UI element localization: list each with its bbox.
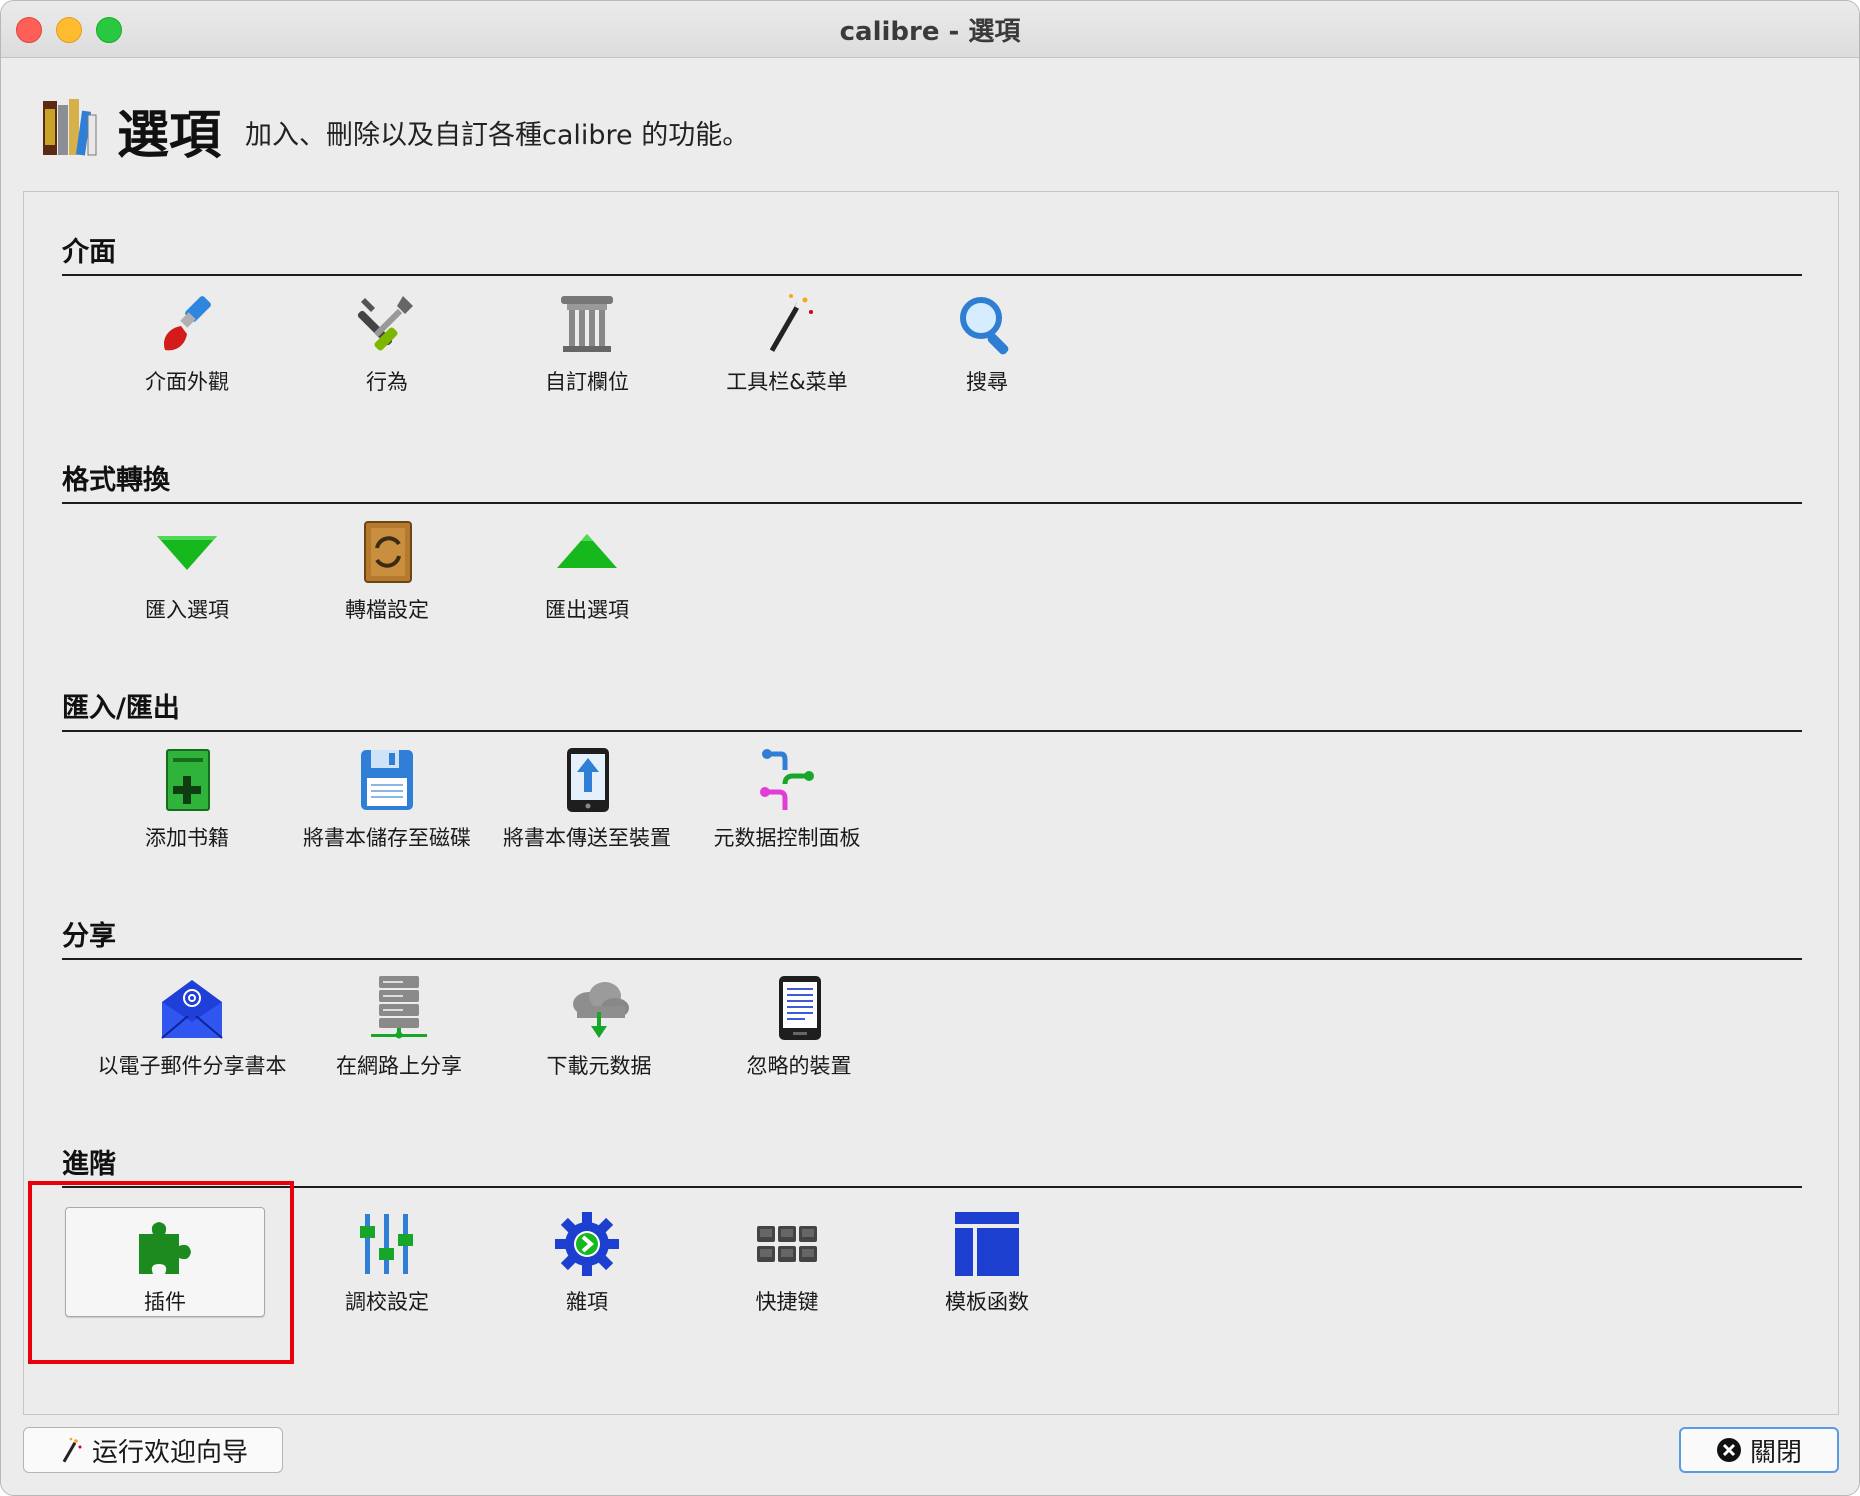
paintbrush-icon	[163, 296, 211, 351]
section-divider	[62, 958, 1802, 960]
run-welcome-wizard-label: 运行欢迎向导	[91, 1437, 248, 1468]
convert-book-icon	[364, 521, 412, 583]
section-divider	[62, 274, 1802, 276]
section-title-advanced: 進階	[62, 1149, 116, 1180]
section-divider	[62, 502, 1802, 504]
pref-item-metadata-plugboards[interactable]: 元数据控制面板	[687, 748, 887, 858]
template-icon	[955, 1212, 1019, 1276]
section-title-conversion: 格式轉換	[62, 465, 170, 496]
sliders-icon	[360, 1214, 413, 1274]
server-icon	[371, 976, 427, 1039]
section-divider	[62, 730, 1802, 732]
gear-icon	[555, 1212, 619, 1276]
cloud-download-icon	[573, 982, 629, 1038]
section-title-interface: 介面	[62, 237, 116, 268]
pref-item-label: 匯出選項	[545, 598, 629, 622]
close-button[interactable]: 關閉	[1679, 1427, 1839, 1473]
pref-item-label: 忽略的裝置	[746, 1054, 852, 1078]
magic-wand-icon	[769, 294, 813, 352]
arrow-down-icon	[157, 536, 217, 570]
calibre-books-icon	[43, 99, 97, 156]
preferences-panel: 介面 介面外觀 行為 自訂欄位 工具栏&菜单 搜尋 格式轉換 匯入選項 轉檔設定…	[23, 191, 1839, 1415]
section-title-import-export: 匯入/匯出	[62, 693, 180, 724]
section-title-sharing: 分享	[62, 921, 116, 952]
pref-item-label: 搜尋	[966, 370, 1008, 394]
send-device-icon	[567, 748, 609, 812]
pref-item-template-functions[interactable]: 模板函数	[887, 1212, 1087, 1322]
close-circle-icon	[1716, 1438, 1741, 1462]
metadata-plugboard-icon	[760, 749, 814, 810]
magic-wand-icon	[62, 1437, 82, 1463]
section-divider	[62, 1186, 1802, 1188]
pref-item-searching[interactable]: 搜尋	[887, 292, 1087, 402]
run-welcome-wizard-button[interactable]: 运行欢迎向导	[23, 1427, 283, 1473]
email-icon	[161, 980, 223, 1039]
title-bar: calibre - 選項	[1, 1, 1859, 58]
tools-icon	[357, 296, 413, 351]
window-title: calibre - 選項	[839, 17, 1021, 47]
pref-item-label: 模板函数	[945, 1290, 1029, 1314]
arrow-up-icon	[557, 534, 617, 568]
page-description: 加入、刪除以及自訂各種calibre 的功能。	[245, 120, 750, 151]
pref-item-ignored-devices[interactable]: 忽略的裝置	[699, 976, 899, 1086]
pref-item-label: 元数据控制面板	[713, 826, 861, 850]
page-title: 選項	[117, 106, 222, 166]
floppy-disk-icon	[361, 750, 413, 810]
add-book-icon	[166, 749, 210, 811]
selection-highlight-box	[28, 1181, 294, 1364]
column-icon	[561, 296, 613, 352]
preferences-window: calibre - 選項 選項 加入、刪除以及自訂各種calibre 的功能。 …	[0, 0, 1860, 1496]
ebook-reader-icon	[779, 976, 821, 1040]
keyboard-icon	[757, 1226, 817, 1262]
close-button-label: 關閉	[1749, 1437, 1802, 1468]
search-icon	[960, 297, 1009, 355]
pref-item-output-options[interactable]: 匯出選項	[487, 520, 687, 630]
